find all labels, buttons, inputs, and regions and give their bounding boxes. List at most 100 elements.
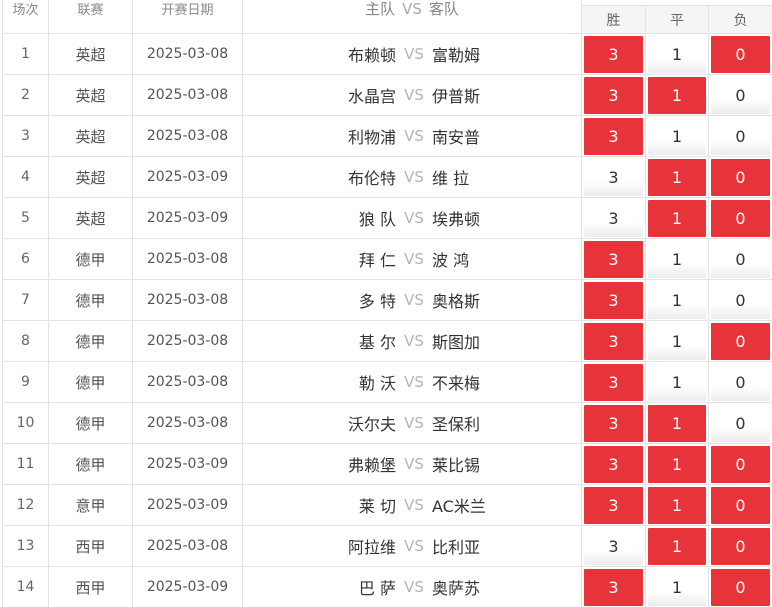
- odds-option-win[interactable]: 3: [584, 281, 643, 319]
- table-row: 2 英超 2025-03-08 水晶宫 VS 伊普斯 3 1 0: [2, 74, 772, 116]
- home-team: 狼 队: [358, 210, 396, 229]
- odds-cell-draw: 1: [645, 484, 709, 526]
- odds-option-win[interactable]: 3: [584, 404, 643, 442]
- odds-option-win[interactable]: 3: [584, 486, 643, 524]
- odds-cell-lose: 0: [707, 402, 772, 444]
- header-vs: VS: [402, 0, 422, 18]
- odds-cell-win: 3: [581, 279, 646, 321]
- away-team: 奥萨苏: [432, 579, 481, 598]
- match-date: 2025-03-08: [132, 115, 243, 157]
- odds-option-lose[interactable]: 0: [711, 404, 771, 442]
- odds-cell-lose: 0: [707, 197, 772, 239]
- match-date: 2025-03-08: [132, 402, 243, 444]
- table-row: 5 英超 2025-03-09 狼 队 VS 埃弗顿 3 1 0: [2, 197, 772, 239]
- odds-option-lose[interactable]: 0: [711, 363, 771, 401]
- table-row: 10 德甲 2025-03-08 沃尔夫 VS 圣保利 3 1 0: [2, 402, 772, 444]
- odds-cell-draw: 1: [645, 238, 709, 280]
- odds-option-draw[interactable]: 1: [648, 445, 706, 483]
- odds-option-lose[interactable]: 0: [711, 76, 771, 114]
- odds-option-win[interactable]: 3: [584, 117, 643, 155]
- teams-cell: 布赖顿 VS 富勒姆: [242, 33, 582, 75]
- odds-option-draw[interactable]: 1: [648, 568, 706, 606]
- odds-cell-draw: 1: [645, 443, 709, 485]
- odds-option-lose[interactable]: 0: [711, 486, 771, 524]
- odds-option-win[interactable]: 3: [584, 240, 643, 278]
- vs-label: VS: [404, 537, 424, 555]
- odds-option-draw[interactable]: 1: [648, 404, 706, 442]
- match-date: 2025-03-08: [132, 279, 243, 321]
- odds-cell-win: 3: [581, 402, 646, 444]
- odds-option-win[interactable]: 3: [584, 158, 643, 196]
- odds-option-draw[interactable]: 1: [648, 281, 706, 319]
- table-row: 8 德甲 2025-03-08 基 尔 VS 斯图加 3 1 0: [2, 320, 772, 362]
- league-name: 德甲: [48, 361, 133, 403]
- odds-option-lose[interactable]: 0: [711, 281, 771, 319]
- odds-cell-win: 3: [581, 197, 646, 239]
- league-name: 德甲: [48, 402, 133, 444]
- odds-option-win[interactable]: 3: [584, 527, 643, 565]
- odds-option-lose[interactable]: 0: [711, 199, 771, 237]
- away-team: 维 拉: [432, 169, 470, 188]
- odds-option-draw[interactable]: 1: [648, 76, 706, 114]
- teams-cell: 多 特 VS 奥格斯: [242, 279, 582, 321]
- odds-option-lose[interactable]: 0: [711, 240, 771, 278]
- odds-cell-draw: 1: [645, 156, 709, 198]
- vs-label: VS: [404, 455, 424, 473]
- away-team: 圣保利: [432, 415, 481, 434]
- teams-cell: 利物浦 VS 南安普: [242, 115, 582, 157]
- odds-option-win[interactable]: 3: [584, 76, 643, 114]
- odds-option-draw[interactable]: 1: [648, 527, 706, 565]
- odds-option-draw[interactable]: 1: [648, 35, 706, 73]
- odds-option-draw[interactable]: 1: [648, 158, 706, 196]
- header-draw: 平: [645, 5, 709, 34]
- table-row: 12 意甲 2025-03-09 莱 切 VS AC米兰 3 1 0: [2, 484, 772, 526]
- odds-option-win[interactable]: 3: [584, 35, 643, 73]
- odds-option-lose[interactable]: 0: [711, 35, 771, 73]
- odds-option-draw[interactable]: 1: [648, 363, 706, 401]
- match-date: 2025-03-09: [132, 484, 243, 526]
- odds-cell-draw: 1: [645, 566, 709, 607]
- home-team: 多 特: [358, 292, 396, 311]
- home-team: 基 尔: [358, 333, 396, 352]
- odds-option-lose[interactable]: 0: [711, 322, 771, 360]
- odds-cell-draw: 1: [645, 320, 709, 362]
- table-row: 6 德甲 2025-03-08 拜 仁 VS 波 鸿 310: [2, 238, 772, 280]
- odds-cell-draw: 1: [645, 115, 709, 157]
- vs-label: VS: [404, 414, 424, 432]
- away-team: AC米兰: [432, 497, 486, 516]
- home-team: 拜 仁: [358, 251, 396, 270]
- league-name: 英超: [48, 197, 133, 239]
- odds-cell-win: 3: [581, 33, 646, 75]
- match-number: 10: [2, 402, 49, 444]
- odds-option-win[interactable]: 3: [584, 363, 643, 401]
- odds-option-draw[interactable]: 1: [648, 240, 706, 278]
- odds-option-lose[interactable]: 0: [711, 527, 771, 565]
- home-team: 水晶宫: [347, 87, 396, 106]
- home-team: 利物浦: [347, 128, 396, 147]
- match-date: 2025-03-08: [132, 33, 243, 75]
- odds-option-win[interactable]: 3: [584, 199, 643, 237]
- odds-option-draw[interactable]: 1: [648, 486, 706, 524]
- away-team: 富勒姆: [432, 46, 481, 65]
- table-row: 1 英超 2025-03-08 布赖顿 VS 富勒姆 3 1 0: [2, 33, 772, 75]
- odds-cell-draw: 1: [645, 74, 709, 116]
- odds-option-draw[interactable]: 1: [648, 199, 706, 237]
- odds-option-lose[interactable]: 0: [711, 445, 771, 483]
- odds-option-lose[interactable]: 0: [711, 568, 771, 606]
- odds-option-draw[interactable]: 1: [648, 322, 706, 360]
- odds-cell-lose: 0: [707, 33, 772, 75]
- odds-option-draw[interactable]: 1: [648, 117, 706, 155]
- match-number: 6: [2, 238, 49, 280]
- odds-option-lose[interactable]: 0: [711, 117, 771, 155]
- odds-option-lose[interactable]: 0: [711, 158, 771, 196]
- table-row: 14 西甲 2025-03-09 巴 萨 VS 奥萨苏 3 1 0: [2, 566, 772, 607]
- away-team: 波 鸿: [432, 251, 470, 270]
- odds-option-win[interactable]: 3: [584, 322, 643, 360]
- away-team: 不来梅: [432, 374, 481, 393]
- match-date: 2025-03-09: [132, 443, 243, 485]
- vs-label: VS: [404, 168, 424, 186]
- odds-option-win[interactable]: 3: [584, 445, 643, 483]
- league-name: 德甲: [48, 238, 133, 280]
- odds-option-win[interactable]: 3: [584, 568, 643, 606]
- teams-cell: 布伦特 VS 维 拉: [242, 156, 582, 198]
